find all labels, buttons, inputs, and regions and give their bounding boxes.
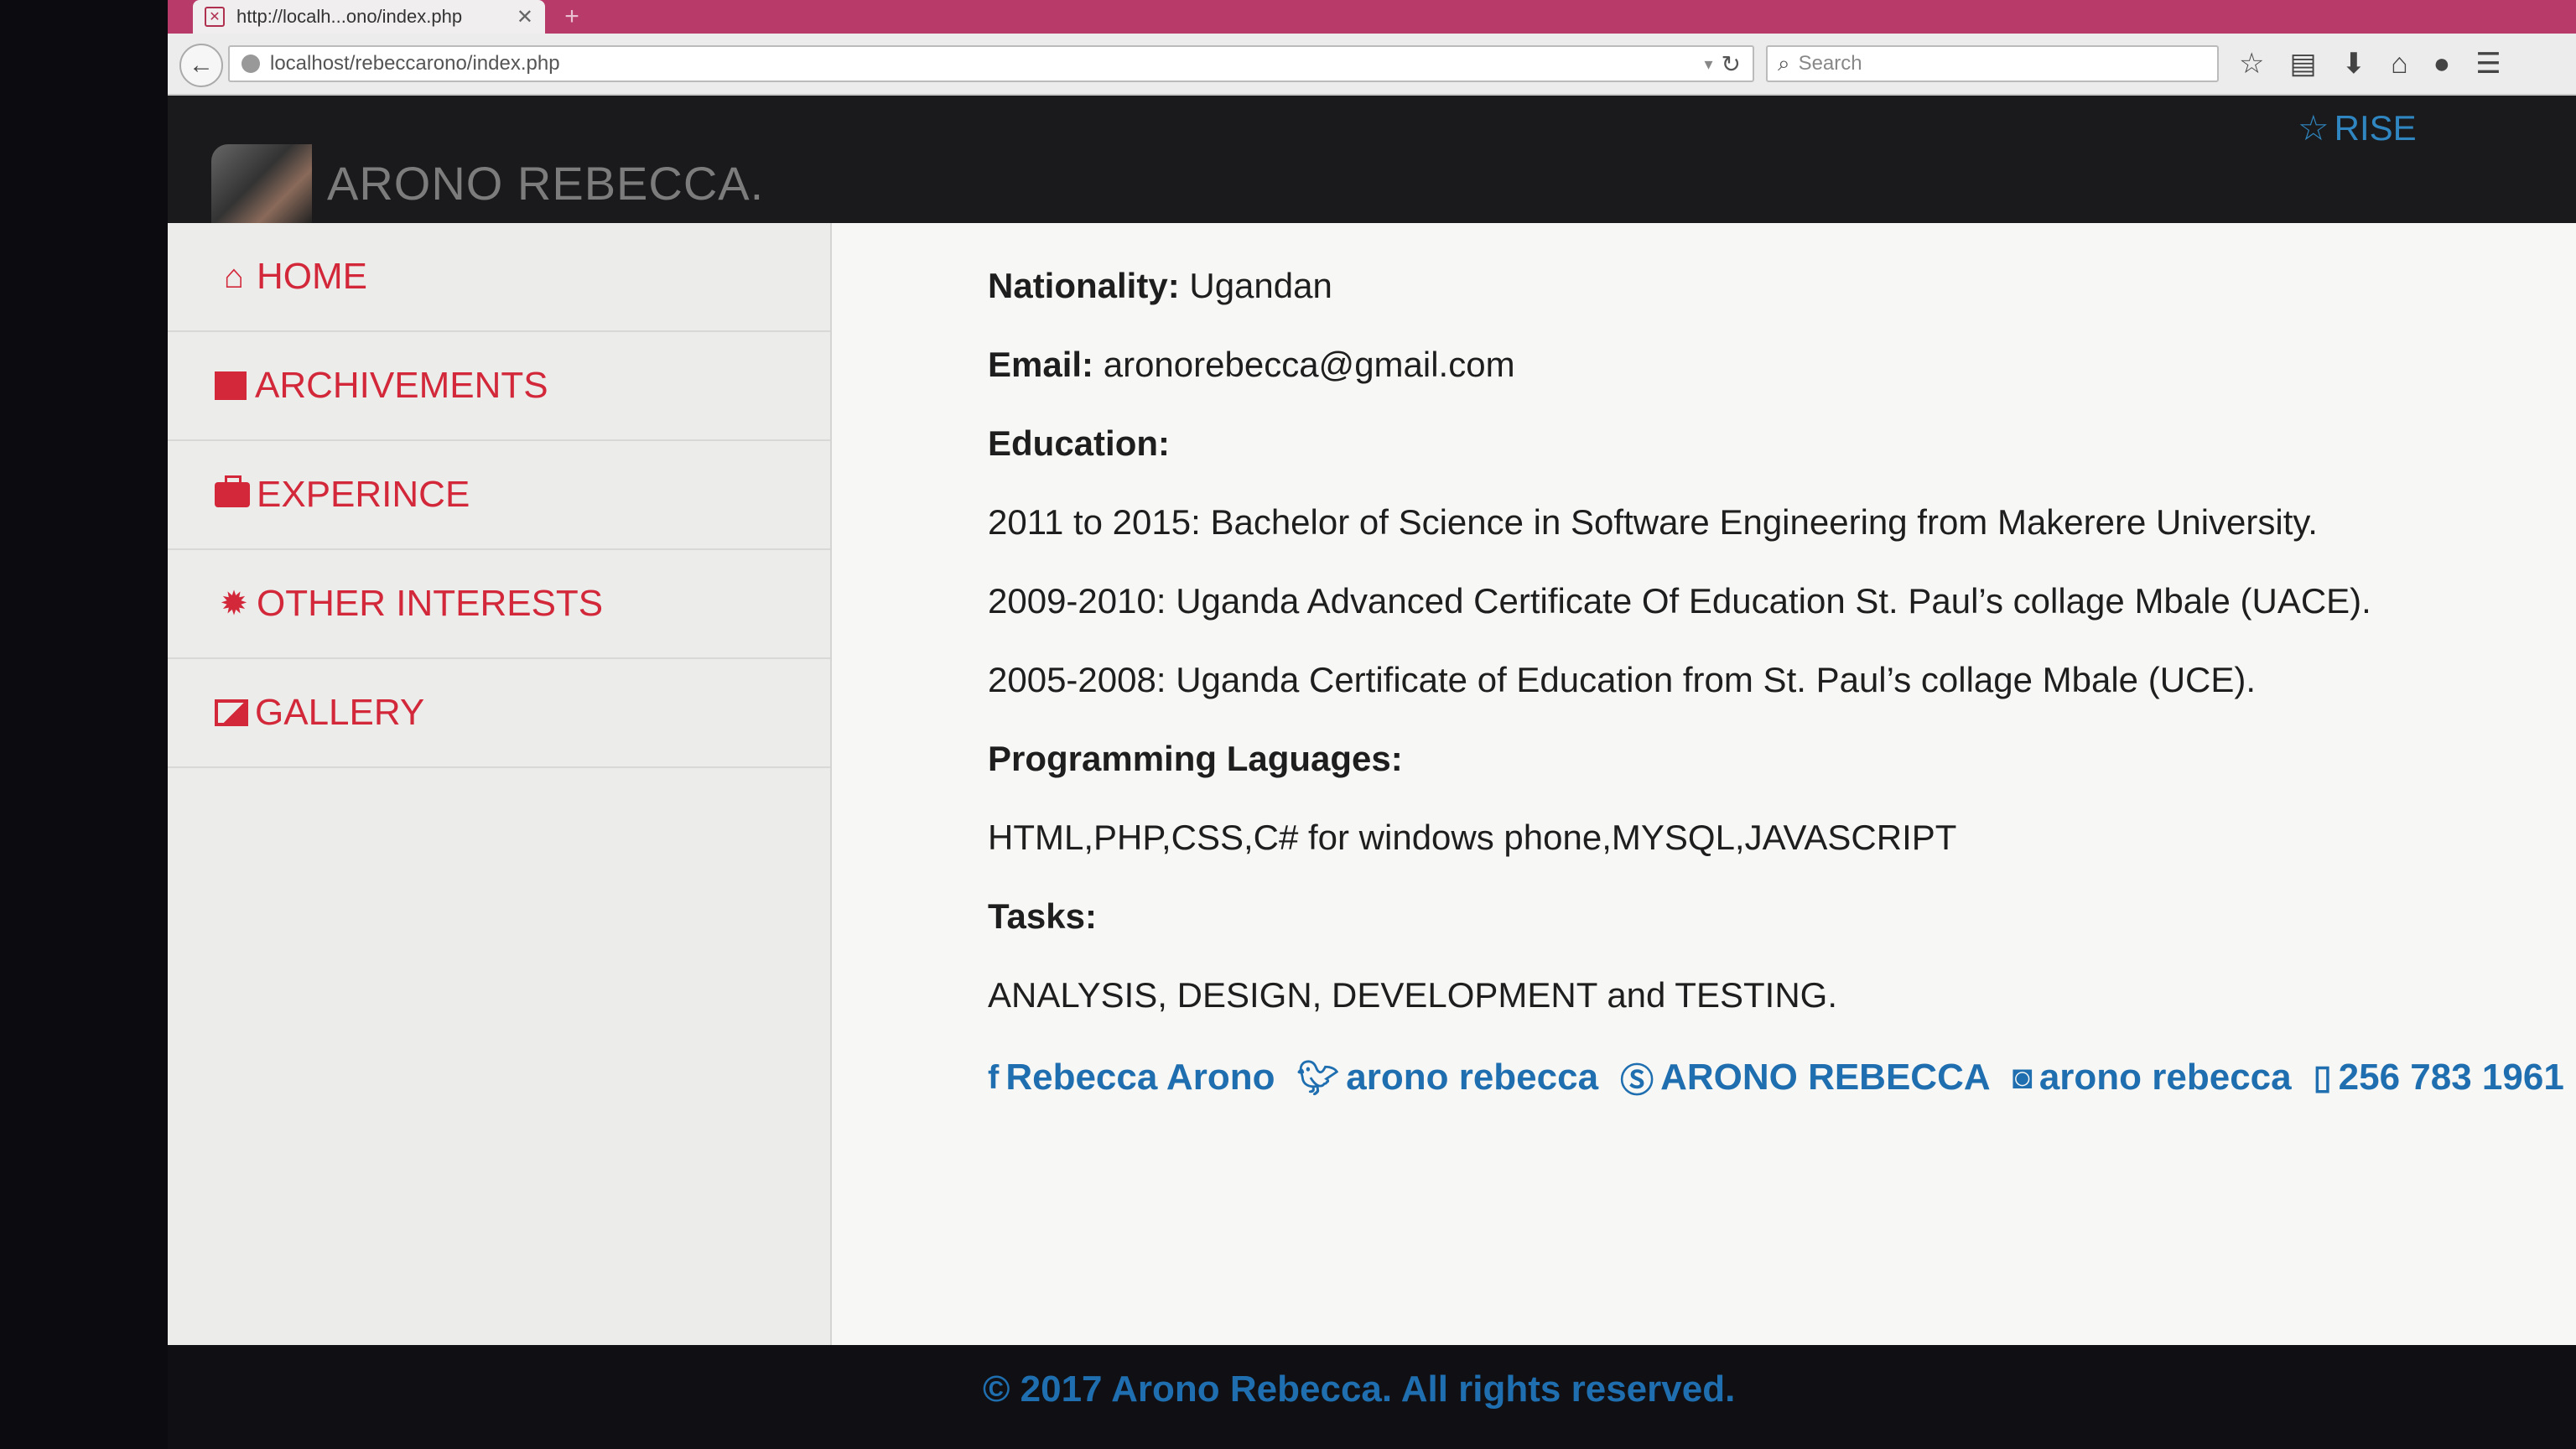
page-favicon-icon: ✕ [205, 7, 225, 27]
sidebar: ⌂ HOME ARCHIVEMENTS EXPERINCE ✹ OTHER IN… [168, 223, 832, 1449]
gear-icon: ✹ [220, 585, 248, 622]
instagram-icon: ◙ [2012, 1058, 2033, 1096]
menu-icon[interactable]: ☰ [2475, 47, 2501, 80]
new-tab-button[interactable]: + [555, 0, 589, 34]
browser-tab[interactable]: ✕ http://localh...ono/index.php ✕ [193, 0, 545, 34]
reading-list-icon[interactable]: ▤ [2289, 47, 2316, 80]
mobile-phone-icon: ▯ [2313, 1059, 2332, 1096]
phone-label: 256 783 1961 [2338, 1057, 2564, 1098]
sidebar-item-experince[interactable]: EXPERINCE [168, 441, 830, 550]
url-bar[interactable]: localhost/rebeccarono/index.php ▾ ↻ [228, 45, 1754, 82]
sidebar-item-label: OTHER INTERESTS [257, 583, 604, 624]
sidebar-item-label: EXPERINCE [257, 474, 470, 515]
nationality-value: Ugandan [1189, 266, 1332, 305]
back-arrow-icon[interactable]: ← [179, 44, 223, 87]
sidebar-item-home[interactable]: ⌂ HOME [168, 223, 830, 332]
email-row: Email: aronorebecca@gmail.com [988, 344, 2547, 386]
email-label: Email: [988, 345, 1094, 384]
briefcase-icon [215, 475, 250, 507]
skype-icon: Ⓢ [1620, 1062, 1654, 1099]
web-page: ARONO REBECCA. ☆ RISE ⌂ HOME ARCHIVEMENT… [168, 96, 2576, 1449]
sidebar-item-label: HOME [257, 256, 367, 297]
star-icon: ☆ [2298, 108, 2329, 148]
education-item: 2005-2008: Uganda Certificate of Educati… [988, 660, 2257, 699]
instagram-link[interactable]: ◙ arono rebecca [2012, 1057, 2292, 1098]
site-title: ARONO REBECCA. [327, 157, 765, 210]
sidebar-item-gallery[interactable]: GALLERY [168, 659, 830, 768]
page-header: ARONO REBECCA. ☆ RISE [168, 96, 2576, 223]
sidebar-item-archivements[interactable]: ARCHIVEMENTS [168, 332, 830, 441]
twitter-icon: 🐦︎ [1296, 1059, 1340, 1097]
sidebar-item-label: GALLERY [255, 692, 425, 733]
rise-label: RISE [2334, 107, 2417, 148]
book-icon [215, 371, 247, 400]
facebook-icon: f [988, 1058, 1000, 1096]
facebook-link[interactable]: f Rebecca Arono [988, 1057, 1275, 1098]
nationality-row: Nationality: Ugandan [988, 265, 2547, 307]
screen: ✕ http://localh...ono/index.php ✕ + ← lo… [168, 0, 2576, 1449]
education-label: Education: [988, 423, 1170, 463]
rise-link[interactable]: ☆ RISE [2298, 107, 2417, 148]
reload-icon[interactable]: ↻ [1722, 50, 1741, 78]
copyright-text: © 2017 Arono Rebecca. All rights reserve… [983, 1368, 1736, 1410]
tab-title: http://localh...ono/index.php [236, 6, 463, 27]
programming-value: HTML,PHP,CSS,C# for windows phone,MYSQL,… [988, 818, 1957, 857]
twitter-label: arono rebecca [1346, 1057, 1599, 1098]
tab-close-icon[interactable]: ✕ [517, 5, 533, 29]
search-placeholder: Search [1798, 52, 1862, 75]
sidebar-item-label: ARCHIVEMENTS [255, 365, 548, 406]
search-box[interactable]: ⌕ Search [1766, 45, 2219, 82]
browser-nav-bar: ← localhost/rebeccarono/index.php ▾ ↻ ⌕ … [168, 34, 2576, 96]
avatar [211, 144, 312, 223]
education-item: 2011 to 2015: Bachelor of Science in Sof… [988, 502, 2318, 542]
instagram-label: arono rebecca [2038, 1057, 2292, 1098]
email-value: aronorebecca@gmail.com [1103, 345, 1515, 384]
nationality-label: Nationality: [988, 266, 1180, 305]
bookmark-star-icon[interactable]: ☆ [2239, 47, 2264, 80]
main-content: Nationality: Ugandan Email: aronorebecca… [832, 223, 2576, 1449]
phone-link[interactable]: ▯ 256 783 1961 [2314, 1057, 2564, 1098]
social-links: f Rebecca Arono 🐦︎ arono rebecca Ⓢ ARONO… [988, 1053, 2564, 1102]
profile-details: Nationality: Ugandan Email: aronorebecca… [988, 265, 2564, 1102]
twitter-link[interactable]: 🐦︎ arono rebecca [1296, 1057, 1598, 1098]
education-item: 2009-2010: Uganda Advanced Certificate O… [988, 581, 2371, 621]
picture-icon [215, 699, 248, 726]
download-icon[interactable]: ⬇ [2342, 47, 2366, 80]
home-icon: ⌂ [223, 257, 245, 295]
globe-icon [242, 55, 260, 73]
skype-link[interactable]: Ⓢ ARONO REBECCA [1620, 1053, 1991, 1102]
programming-label: Programming Laguages: [988, 739, 1403, 778]
chat-icon[interactable]: ● [2433, 48, 2451, 80]
facebook-label: Rebecca Arono [1005, 1057, 1275, 1098]
home-toolbar-icon[interactable]: ⌂ [2391, 48, 2408, 80]
page-footer: © 2017 Arono Rebecca. All rights reserve… [168, 1345, 2576, 1449]
tasks-label: Tasks: [988, 896, 1097, 936]
tasks-value: ANALYSIS, DESIGN, DEVELOPMENT and TESTIN… [988, 975, 1837, 1015]
search-icon: ⌕ [1778, 50, 1790, 75]
dropdown-arrow-icon[interactable]: ▾ [1704, 54, 1712, 75]
skype-label: ARONO REBECCA [1660, 1057, 1991, 1098]
sidebar-item-other-interests[interactable]: ✹ OTHER INTERESTS [168, 550, 830, 659]
url-text[interactable]: localhost/rebeccarono/index.php [270, 52, 1704, 75]
browser-tab-bar: ✕ http://localh...ono/index.php ✕ + [168, 0, 2576, 34]
browser-toolbar: ☆ ▤ ⬇ ⌂ ● ☰ [2239, 45, 2574, 82]
